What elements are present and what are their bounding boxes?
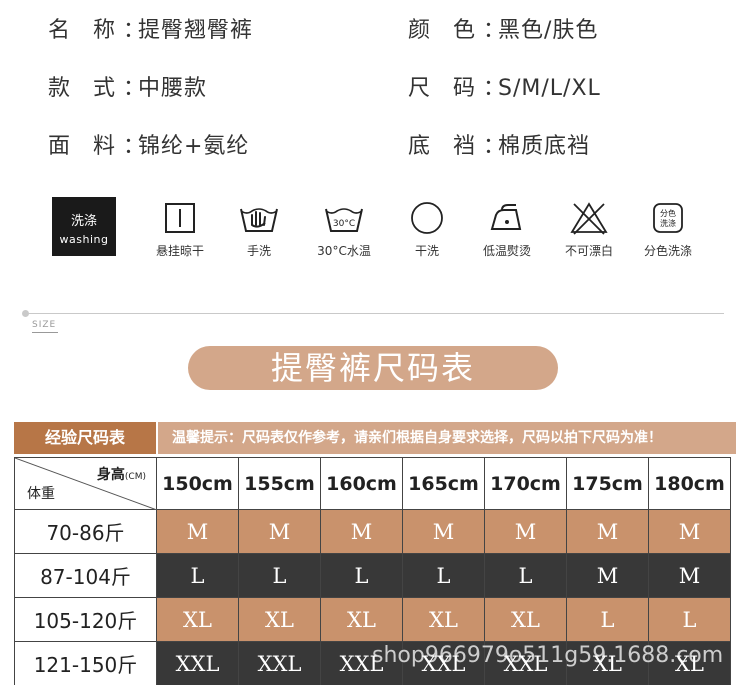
weight-label: 体重 <box>27 486 55 502</box>
low-iron-icon <box>490 204 522 230</box>
washing-badge-en: washing <box>59 233 109 246</box>
size-cell: M <box>566 509 649 554</box>
size-cell: L <box>402 553 485 598</box>
weight-cell: 70-86斤 <box>14 509 157 554</box>
care-label: 手洗 <box>246 244 271 258</box>
height-cell: 170cm <box>484 457 567 510</box>
spec-crotch-key: 底 裆： <box>408 134 513 159</box>
spec-fabric-value: 锦纶+氨纶 <box>138 134 250 159</box>
shop-watermark: shop966979o511g59.1688.com <box>372 643 724 668</box>
spec-size: 尺 码：S/M/L/XL <box>408 70 601 102</box>
size-cell: M <box>156 509 239 554</box>
size-cell: M <box>648 509 731 554</box>
no-bleach-icon <box>570 202 608 235</box>
spec-name-value: 提臀翘臀裤 <box>138 18 254 43</box>
care-item-separate-wash: 分色 洗涤 分色洗涤 <box>628 198 708 259</box>
spec-color-value: 黑色/肤色 <box>498 18 599 43</box>
spec-style-value: 中腰款 <box>138 76 208 101</box>
size-cell: XXL <box>156 641 239 685</box>
size-cell: M <box>648 553 731 598</box>
size-cell: M <box>320 509 403 554</box>
size-cell: L <box>648 597 731 642</box>
washing-badge: 洗涤 washing <box>52 197 116 256</box>
spec-size-key: 尺 码： <box>408 76 513 101</box>
care-item-wash-30: 30°C 30°C水温 <box>304 198 384 259</box>
height-cell: 175cm <box>566 457 649 510</box>
care-item-hand-wash: 手洗 <box>219 198 299 259</box>
weight-cell: 105-120斤 <box>14 597 157 642</box>
table-header-title: 经验尺码表 <box>14 422 156 454</box>
height-cell: 165cm <box>402 457 485 510</box>
weight-cell: 87-104斤 <box>14 553 157 598</box>
care-label: 不可漂白 <box>564 244 613 258</box>
size-cell: M <box>484 509 567 554</box>
care-instructions: 洗涤 washing 悬挂晾干 手洗 30°C 30°C水温 干洗 低温熨烫 不… <box>0 197 750 268</box>
spec-crotch: 底 裆：棉质底裆 <box>408 128 590 160</box>
height-cell: 150cm <box>156 457 239 510</box>
size-cell: M <box>566 553 649 598</box>
size-cell: L <box>566 597 649 642</box>
spec-crotch-value: 棉质底裆 <box>498 134 591 159</box>
size-cell: L <box>156 553 239 598</box>
size-chart-title: 提臀裤尺码表 <box>188 346 558 390</box>
spec-style: 款 式：中腰款 <box>48 70 207 102</box>
care-item-dry-clean: 干洗 <box>387 198 467 259</box>
table-row: 105-120斤 XL XL XL XL XL L L <box>14 597 731 642</box>
size-cell: XXL <box>238 641 321 685</box>
size-cell: L <box>320 553 403 598</box>
size-cell: M <box>238 509 321 554</box>
hang-dry-icon <box>165 203 195 233</box>
height-cell: 155cm <box>238 457 321 510</box>
spec-size-value: S/M/L/XL <box>498 76 601 101</box>
height-cell: 160cm <box>320 457 403 510</box>
separate-wash-text-2: 洗涤 <box>660 218 676 228</box>
height-label: 身高 <box>96 467 125 483</box>
separator-line <box>26 313 724 314</box>
size-cell: XL <box>484 597 567 642</box>
care-label: 分色洗涤 <box>643 244 692 258</box>
size-cell: L <box>238 553 321 598</box>
care-item-no-bleach: 不可漂白 <box>549 198 629 259</box>
spec-color: 颜 色：黑色/肤色 <box>408 12 598 44</box>
size-cell: M <box>402 509 485 554</box>
weight-cell: 121-150斤 <box>14 641 157 685</box>
care-item-hang-dry: 悬挂晾干 <box>140 198 220 259</box>
separate-wash-icon: 分色洗涤 <box>653 203 683 233</box>
spec-fabric-key: 面 料： <box>48 134 153 159</box>
size-cell: L <box>484 553 567 598</box>
care-label: 干洗 <box>414 244 439 258</box>
section-label: SIZE <box>32 320 57 330</box>
spec-name-key: 名 称： <box>48 18 153 43</box>
section-label-underline <box>32 332 58 333</box>
dry-clean-icon <box>411 202 443 234</box>
separate-wash-text-1: 分色 <box>660 208 676 218</box>
wash-30-icon: 30°C <box>325 208 363 232</box>
hand-wash-icon <box>240 208 278 232</box>
care-label: 悬挂晾干 <box>155 244 204 258</box>
size-cell: XL <box>156 597 239 642</box>
table-header-tip: 温馨提示：尺码表仅作参考，请亲们根据自身要求选择，尺码以拍下尺码为准！ <box>158 422 736 454</box>
height-cell: 180cm <box>648 457 731 510</box>
height-row: 身高(CM) 体重 150cm 155cm 160cm 165cm 170cm … <box>14 457 731 510</box>
size-cell: XL <box>238 597 321 642</box>
table-row: 70-86斤 M M M M M M M <box>14 509 731 554</box>
care-item-low-iron: 低温熨烫 <box>467 198 547 259</box>
height-label-wrap: 身高(CM) <box>97 464 146 484</box>
table-row: 87-104斤 L L L L L M M <box>14 553 731 598</box>
washing-badge-cn: 洗涤 <box>70 214 97 229</box>
spec-style-key: 款 式： <box>48 76 153 101</box>
spec-color-key: 颜 色： <box>408 18 513 43</box>
wash-temp-text: 30°C <box>333 219 355 229</box>
size-cell: XL <box>320 597 403 642</box>
table-corner-cell: 身高(CM) 体重 <box>14 457 157 510</box>
height-unit: (CM) <box>124 472 146 482</box>
spec-name: 名 称：提臀翘臀裤 <box>48 12 253 44</box>
care-label: 30°C水温 <box>317 244 371 258</box>
size-cell: XL <box>402 597 485 642</box>
care-label: 低温熨烫 <box>482 244 531 258</box>
spec-fabric: 面 料：锦纶+氨纶 <box>48 128 249 160</box>
